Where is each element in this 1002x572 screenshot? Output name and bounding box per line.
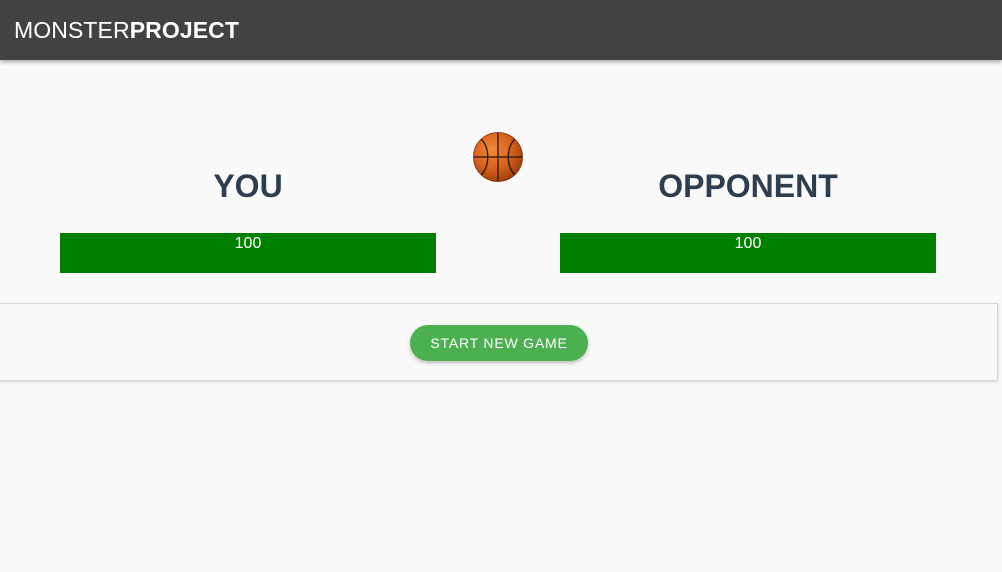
start-new-game-button[interactable]: START NEW GAME (410, 325, 588, 361)
health-value-opponent: 100 (734, 235, 762, 252)
player-name-you: YOU (213, 168, 283, 204)
player-panel-opponent: OPPONENT 100 (560, 168, 936, 273)
basketball-icon (473, 132, 523, 182)
app-brand[interactable]: MONSTERPROJECT (14, 17, 239, 44)
player-name-opponent: OPPONENT (658, 168, 838, 204)
brand-bold-text: PROJECT (129, 16, 240, 43)
brand-light-text: MONSTER (14, 16, 130, 43)
controls-panel: START NEW GAME (0, 303, 998, 381)
player-panel-you: YOU 100 (60, 168, 436, 273)
health-bar-opponent: 100 (560, 233, 936, 273)
health-value-you: 100 (234, 235, 262, 252)
health-bar-you: 100 (60, 233, 436, 273)
app-bar: MONSTERPROJECT (0, 0, 1002, 60)
